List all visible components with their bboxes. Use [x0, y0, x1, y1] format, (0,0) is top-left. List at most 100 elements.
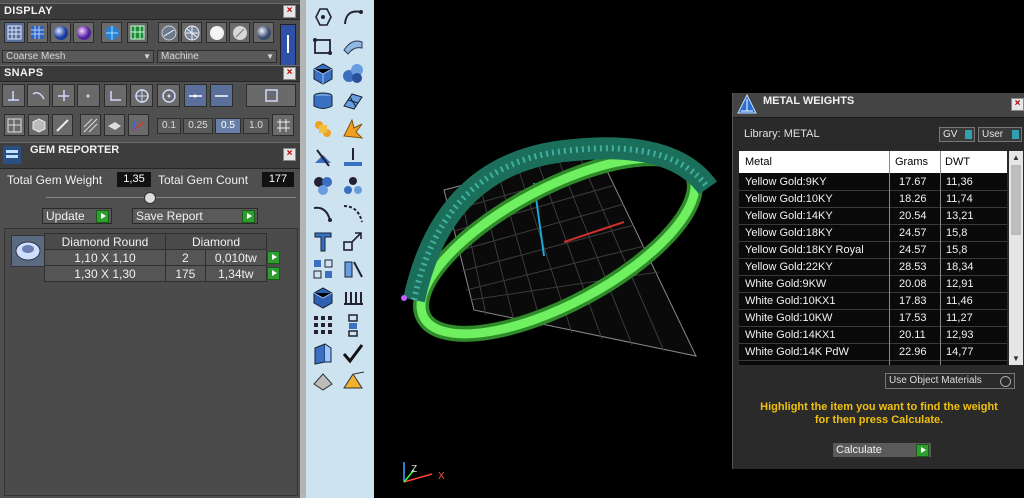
globe-view-icon[interactable] — [101, 22, 122, 43]
metal-table-scrollbar[interactable]: ▲ ▼ — [1009, 151, 1023, 365]
table-row[interactable]: 1,30 X 1,30 175 1,34tw — [44, 265, 286, 282]
use-object-materials-checkbox[interactable]: Use Object Materials — [885, 373, 1015, 389]
render-mode-select[interactable]: Machine ▼ — [157, 50, 277, 63]
puzzle-tool-icon[interactable] — [310, 116, 336, 142]
checkmark-icon[interactable] — [340, 340, 366, 366]
gem-weight-cell: 1,34tw — [204, 265, 268, 282]
prong-set-icon[interactable] — [340, 284, 366, 310]
snap-plane-icon[interactable] — [104, 114, 125, 136]
snap-grid-options-icon[interactable] — [272, 114, 294, 136]
mesh-view-icon[interactable] — [27, 22, 48, 43]
snap-perpendicular-icon[interactable] — [2, 84, 25, 107]
table-row[interactable]: Yellow Gold:14KY 20.54 13,21 — [739, 208, 1007, 225]
mirror-tool-icon[interactable] — [340, 256, 366, 282]
array-tool-icon[interactable] — [310, 256, 336, 282]
gem-group-icon[interactable] — [310, 172, 336, 198]
material-white-icon[interactable] — [206, 22, 227, 43]
table-row[interactable]: Yellow Gold:18KY 24.57 15,8 — [739, 225, 1007, 242]
gv-toggle[interactable]: GV — [939, 127, 975, 142]
calculate-button[interactable]: Calculate — [832, 442, 932, 458]
table-row[interactable]: 1,10 X 1,10 2 0,010tw — [44, 249, 286, 266]
sweep-surface-icon[interactable] — [340, 32, 366, 58]
snap-value-2[interactable]: 0.5 — [215, 118, 241, 134]
cube-solid-icon[interactable] — [310, 60, 336, 86]
table-row[interactable]: Yellow Gold:18KY Royal 24.57 15,8 — [739, 242, 1007, 259]
snap-value-0[interactable]: 0.1 — [157, 118, 181, 134]
material-wire-icon[interactable] — [181, 22, 202, 43]
column-dwt[interactable]: DWT — [945, 151, 970, 173]
surface-patch-icon[interactable] — [340, 88, 366, 114]
gem-reporter-close-icon[interactable]: × — [283, 148, 296, 161]
snap-intersection-icon[interactable] — [52, 84, 75, 107]
row-select-play-icon[interactable] — [267, 250, 280, 264]
cone-shape-icon[interactable] — [310, 368, 336, 394]
snap-line-icon[interactable] — [210, 84, 233, 107]
snap-value-3[interactable]: 1.0 — [243, 118, 269, 134]
table-row[interactable]: White Gold:14K PdW 22.96 14,77 — [739, 344, 1007, 361]
table-row[interactable]: White Gold:10KX1 17.83 11,46 — [739, 293, 1007, 310]
column-metal[interactable]: Metal — [745, 151, 772, 173]
table-row[interactable]: Yellow Gold:22KY 28.53 18,34 — [739, 259, 1007, 276]
text-tool-icon[interactable] — [310, 228, 336, 254]
snap-cube-icon[interactable] — [28, 114, 49, 136]
curve-rail-icon[interactable] — [340, 200, 366, 226]
material-blue-metal-icon[interactable] — [253, 22, 274, 43]
wireframe-view-icon[interactable] — [4, 22, 25, 43]
save-report-button[interactable]: Save Report — [132, 208, 258, 224]
stack-tool-icon[interactable] — [340, 312, 366, 338]
snap-axis-icon[interactable] — [128, 114, 149, 136]
table-row[interactable]: White Gold:10KW 17.53 11,27 — [739, 310, 1007, 327]
extrude-tool-icon[interactable] — [310, 340, 336, 366]
trim-surface-icon[interactable] — [340, 144, 366, 170]
cylinder-ring-icon[interactable] — [310, 88, 336, 114]
table-row[interactable]: Yellow Gold:10KY 18.26 11,74 — [739, 191, 1007, 208]
material-pearl-icon[interactable] — [229, 22, 250, 43]
snaps-close-icon[interactable]: × — [283, 67, 296, 80]
snap-end-icon[interactable] — [104, 84, 127, 107]
material-chrome-icon[interactable] — [158, 22, 179, 43]
gem-scatter-icon[interactable] — [340, 172, 366, 198]
curve-offset-icon[interactable] — [310, 200, 336, 226]
box-curve-icon[interactable] — [310, 32, 336, 58]
snap-tangent-icon[interactable] — [27, 84, 50, 107]
table-row[interactable]: White Gold:14KX1 20.11 12,93 — [739, 327, 1007, 344]
grid-toggle-icon[interactable] — [127, 22, 148, 43]
snap-hatch-icon[interactable] — [80, 114, 101, 136]
table-row[interactable]: White Gold:9KW 20.08 12,91 — [739, 276, 1007, 293]
snap-grid-settings-icon[interactable] — [246, 84, 296, 107]
arc-curve-icon[interactable] — [340, 4, 366, 30]
snap-point-icon[interactable] — [77, 84, 100, 107]
split-surface-icon[interactable] — [310, 144, 336, 170]
scale-tool-icon[interactable] — [340, 228, 366, 254]
row-select-play-icon[interactable] — [267, 266, 280, 280]
solid-box-icon[interactable] — [310, 284, 336, 310]
shaded-sphere-icon[interactable] — [50, 22, 71, 43]
update-button[interactable]: Update — [42, 208, 112, 224]
snap-pencil-icon[interactable] — [52, 114, 73, 136]
pyramid-shape-icon[interactable] — [340, 368, 366, 394]
scrollbar-thumb[interactable] — [1011, 165, 1021, 235]
update-button-label: Update — [46, 209, 85, 223]
mesh-mode-select[interactable]: Coarse Mesh ▼ — [2, 50, 154, 63]
user-label: User — [982, 129, 1004, 140]
gem-table-header-shape: Diamond Round — [44, 233, 166, 250]
spheres-solid-icon[interactable] — [340, 60, 366, 86]
divider-slider-handle[interactable] — [144, 192, 156, 204]
table-row[interactable]: Yellow Gold:9KY 17.67 11,36 — [739, 174, 1007, 191]
metal-weights-close-icon[interactable]: × — [1011, 98, 1024, 111]
snap-center-icon[interactable] — [130, 84, 153, 107]
metal-name-cell: Yellow Gold:10KY — [745, 193, 833, 205]
boolean-burst-icon[interactable] — [340, 116, 366, 142]
snap-value-1[interactable]: 0.25 — [183, 118, 213, 134]
column-grams[interactable]: Grams — [895, 151, 928, 173]
axis-z-label: Z — [411, 464, 417, 475]
polygon-curve-icon[interactable] — [310, 4, 336, 30]
dot-grid-icon[interactable] — [310, 312, 336, 338]
render-sphere-icon[interactable] — [73, 22, 94, 43]
snap-midpoint-icon[interactable] — [184, 84, 207, 107]
display-close-icon[interactable]: × — [283, 5, 296, 18]
snap-grid-icon[interactable] — [4, 114, 25, 136]
snap-circle-icon[interactable] — [157, 84, 180, 107]
user-toggle[interactable]: User — [978, 127, 1022, 142]
display-side-toggle[interactable] — [280, 24, 296, 66]
